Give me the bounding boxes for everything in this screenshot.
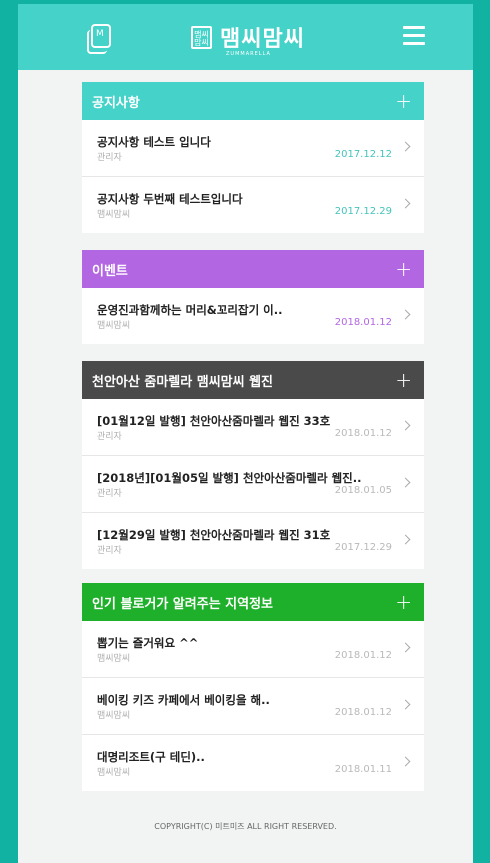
post-date: 2017.12.29	[334, 206, 392, 217]
post-title[interactable]: 공지사항 테스트 입니다	[97, 134, 211, 150]
logo-text: 맴씨맘씨	[220, 27, 305, 52]
post-date: 2018.01.12	[334, 317, 392, 328]
post-title[interactable]: 대명리조트(구 테딘)..	[97, 749, 205, 765]
post-author: 관리자	[97, 153, 122, 163]
board-header[interactable]: 이벤트 +	[82, 250, 424, 288]
chevron-right-icon[interactable]	[400, 699, 411, 710]
chevron-right-icon[interactable]	[400, 756, 411, 767]
post-row[interactable]: [01월12일 발행] 천안아산줌마렐라 웹진 33호관리자 2018.01.12	[82, 399, 424, 456]
chevron-right-icon[interactable]	[400, 420, 411, 431]
board-header[interactable]: 천안아산 줌마렐라 맴씨맘씨 웹진 +	[82, 361, 424, 399]
board-section: 공지사항 + 공지사항 테스트 입니다관리자 2017.12.12 공지사항 두번째 테…	[82, 82, 424, 233]
logo-subtitle: ZUMMARELLA	[226, 51, 271, 57]
post-author: 관리자	[97, 489, 122, 499]
plus-icon[interactable]: +	[395, 259, 412, 279]
post-author: 맴씨맘씨	[97, 654, 131, 664]
app-frame: M 맴씨 맘씨 맴씨맘씨 ZUMMARELLA 공지사항 + 공지사항 테스트 입니다…	[18, 4, 473, 863]
post-date: 2018.01.11	[334, 764, 392, 775]
post-date: 2018.01.12	[334, 428, 392, 439]
post-author: 맴씨맘씨	[97, 321, 131, 331]
board-header[interactable]: 인기 블로거가 알려주는 지역정보 +	[82, 583, 424, 621]
post-date: 2017.12.12	[334, 149, 392, 160]
post-author: 관리자	[97, 546, 122, 556]
post-author: 맴씨맘씨	[97, 768, 131, 778]
post-row[interactable]: 뽑기는 즐거워요 ^^ 맴씨맘씨 2018.01.12	[82, 621, 424, 678]
logo-mark-icon: 맴씨 맘씨	[191, 25, 212, 49]
post-title[interactable]: [01월12일 발행] 천안아산줌마렐라 웹진 33호	[97, 413, 330, 429]
post-row[interactable]: 대명리조트(구 테딘).. 맴씨맘씨 2018.01.11	[82, 735, 424, 791]
board-title: 인기 블로거가 알려주는 지역정보	[92, 596, 274, 612]
top-bar: M 맴씨 맘씨 맴씨맘씨 ZUMMARELLA	[18, 4, 473, 70]
post-title[interactable]: 공지사항 두번째 테스트입니다	[97, 191, 243, 207]
chevron-right-icon[interactable]	[400, 141, 411, 152]
plus-icon[interactable]: +	[395, 91, 412, 111]
chevron-right-icon[interactable]	[400, 198, 411, 209]
board-header[interactable]: 공지사항 +	[82, 82, 424, 120]
chevron-right-icon[interactable]	[400, 309, 411, 320]
post-author: 맴씨맘씨	[97, 210, 131, 220]
post-row[interactable]: 운영진과함께하는 머리&꼬리잡기 이.. 맴씨맘씨 2018.01.12	[82, 288, 424, 344]
book-icon-letter: M	[96, 29, 104, 39]
board-title: 이벤트	[92, 263, 128, 279]
board-section: 인기 블로거가 알려주는 지역정보 + 뽑기는 즐거워요 ^^ 맴씨맘씨 2018.01…	[82, 583, 424, 791]
plus-icon[interactable]: +	[395, 592, 412, 612]
post-date: 2018.01.05	[334, 485, 392, 496]
chevron-right-icon[interactable]	[400, 534, 411, 545]
post-date: 2018.01.12	[334, 707, 392, 718]
footer-copyright: COPYRIGHT(C) 미트미즈 ALL RIGHT RESERVED.	[154, 822, 337, 831]
post-row[interactable]: [12월29일 발행] 천안아산줌마렐라 웹진 31호관리자 2017.12.29	[82, 513, 424, 569]
post-title[interactable]: 베이킹 키즈 카페에서 베이킹을 해..	[97, 692, 270, 708]
chevron-right-icon[interactable]	[400, 477, 411, 488]
book-icon[interactable]: M	[87, 24, 111, 54]
post-title[interactable]: [12월29일 발행] 천안아산줌마렐라 웹진 31호	[97, 527, 330, 543]
post-date: 2018.01.12	[334, 650, 392, 661]
post-row[interactable]: 공지사항 테스트 입니다관리자 2017.12.12	[82, 120, 424, 177]
board-section: 천안아산 줌마렐라 맴씨맘씨 웹진 + [01월12일 발행] 천안아산줌마렐라 웹…	[82, 361, 424, 569]
plus-icon[interactable]: +	[395, 370, 412, 390]
post-row[interactable]: 공지사항 두번째 테스트입니다맴씨맘씨 2017.12.29	[82, 177, 424, 233]
chevron-right-icon[interactable]	[400, 642, 411, 653]
hamburger-menu-icon[interactable]	[403, 26, 425, 46]
board-title: 공지사항	[92, 95, 140, 111]
post-title[interactable]: 뽑기는 즐거워요 ^^	[97, 635, 198, 651]
post-title[interactable]: 운영진과함께하는 머리&꼬리잡기 이..	[97, 302, 282, 318]
post-row[interactable]: 베이킹 키즈 카페에서 베이킹을 해.. 맴씨맘씨 2018.01.12	[82, 678, 424, 735]
post-author: 관리자	[97, 432, 122, 442]
post-date: 2017.12.29	[334, 542, 392, 553]
post-title[interactable]: [2018년][01월05일 발행] 천안아산줌마렐라 웹진..	[97, 470, 361, 486]
post-author: 맴씨맘씨	[97, 711, 131, 721]
board-title: 천안아산 줌마렐라 맴씨맘씨 웹진	[92, 374, 274, 390]
board-section: 이벤트 + 운영진과함께하는 머리&꼬리잡기 이.. 맴씨맘씨 2018.01.12	[82, 250, 424, 344]
post-row[interactable]: [2018년][01월05일 발행] 천안아산줌마렐라 웹진.. 관리자 2018.…	[82, 456, 424, 513]
logo[interactable]: 맴씨 맘씨 맴씨맘씨	[191, 22, 305, 52]
